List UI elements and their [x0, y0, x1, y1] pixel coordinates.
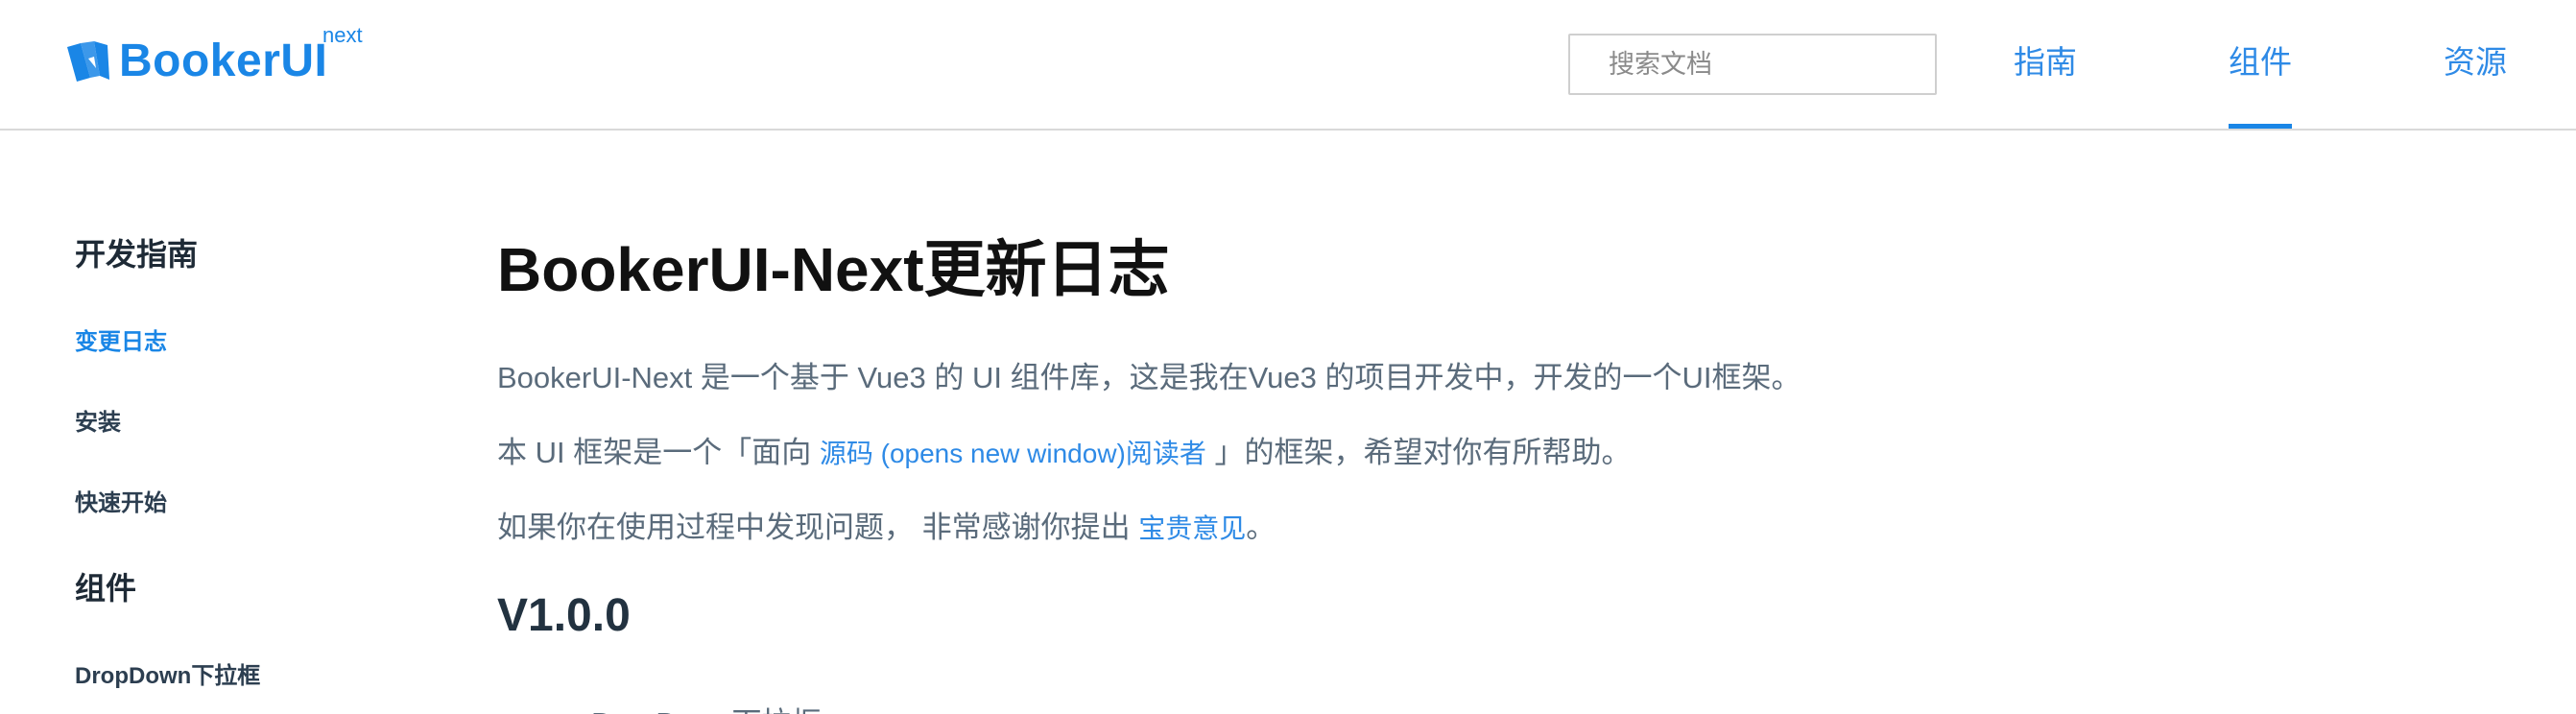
philosophy-text-before: 本 UI 框架是一个「面向	[497, 436, 820, 469]
philosophy-paragraph: 本 UI 框架是一个「面向 源码 (opens new window)阅读者 」…	[497, 434, 1632, 472]
sidebar-item-quickstart[interactable]: 快速开始	[75, 484, 167, 517]
sidebar-item-dropdown[interactable]: DropDown下拉框	[75, 656, 260, 690]
feedback-link[interactable]: 宝贵意见	[1138, 513, 1246, 543]
nav-item-components[interactable]: 组件	[2229, 38, 2292, 129]
nav-item-resources[interactable]: 资源	[2444, 38, 2507, 86]
page-title: BookerUI-Next更新日志	[497, 235, 1170, 304]
source-reader-link[interactable]: 源码 (opens new window)阅读者	[820, 439, 1206, 468]
sidebar-item-install[interactable]: 安装	[75, 403, 121, 437]
version-list-item: DropDown下拉框	[591, 699, 821, 714]
brand-name: BookerUI	[119, 36, 328, 86]
feedback-text-after: 。	[1246, 511, 1276, 544]
page: BookerUI next 指南 组件 资源 开发指南 变更日志 安装 快速开始…	[0, 0, 2576, 714]
feedback-paragraph: 如果你在使用过程中发现问题， 非常感谢你提出 宝贵意见。	[497, 509, 1276, 547]
philosophy-text-after: 」的框架，希望对你有所帮助。	[1205, 436, 1632, 469]
brand-logo-link[interactable]: BookerUI next	[65, 23, 363, 92]
search-input[interactable]	[1568, 34, 1937, 95]
brand-superscript: next	[322, 23, 363, 47]
sidebar-group-dev-guide: 开发指南	[75, 237, 199, 272]
top-navbar: BookerUI next 指南 组件 资源	[0, 0, 2576, 131]
nav-item-guide[interactable]: 指南	[2014, 38, 2077, 86]
sidebar-item-changelog[interactable]: 变更日志	[75, 322, 167, 356]
feedback-text-before: 如果你在使用过程中发现问题， 非常感谢你提出	[497, 511, 1139, 544]
sidebar-group-components: 组件	[75, 571, 137, 606]
book-logo-icon	[67, 41, 109, 82]
intro-paragraph: BookerUI-Next 是一个基于 Vue3 的 UI 组件库，这是我在Vu…	[497, 361, 1801, 394]
version-heading: V1.0.0	[497, 590, 631, 641]
